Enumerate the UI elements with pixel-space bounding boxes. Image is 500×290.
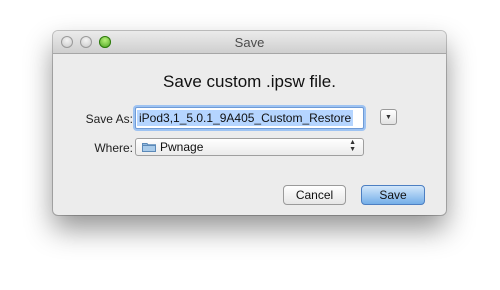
dialog-heading: Save custom .ipsw file. <box>163 72 336 91</box>
where-location-popup[interactable]: Pwnage ▲ ▼ <box>135 138 364 156</box>
save-as-label: Save As: <box>85 112 133 126</box>
expand-browser-button[interactable]: ▼ <box>380 109 397 125</box>
title-bar[interactable]: Save <box>53 31 446 54</box>
save-button[interactable]: Save <box>361 185 425 205</box>
filename-selected-text: iPod3,1_5.0.1_9A405_Custom_Restore <box>137 110 354 126</box>
filename-input[interactable]: iPod3,1_5.0.1_9A405_Custom_Restore <box>135 107 364 129</box>
save-dialog-window: Save Save custom .ipsw file. Save As: iP… <box>53 31 446 215</box>
folder-icon <box>142 143 156 152</box>
cancel-button[interactable]: Cancel <box>283 185 346 205</box>
where-value: Pwnage <box>160 140 204 154</box>
disclosure-triangle-icon: ▼ <box>385 114 392 121</box>
where-label: Where: <box>94 141 133 155</box>
up-down-arrows-icon: ▲ ▼ <box>349 139 356 153</box>
window-title: Save <box>234 35 265 50</box>
